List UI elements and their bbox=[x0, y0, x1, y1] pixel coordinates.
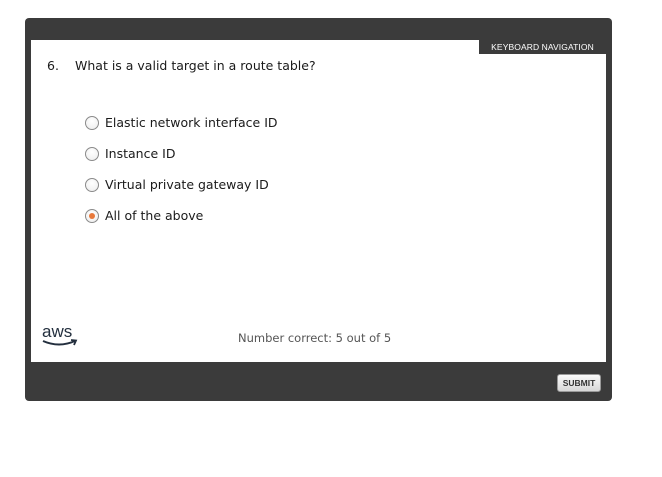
quiz-player: KEYBOARD NAVIGATION 6. What is a valid ta… bbox=[25, 18, 612, 401]
radio-button[interactable] bbox=[85, 146, 99, 161]
quiz-slide: KEYBOARD NAVIGATION 6. What is a valid ta… bbox=[31, 40, 606, 362]
aws-logo-text: aws bbox=[42, 322, 72, 341]
radio-button[interactable] bbox=[85, 177, 99, 192]
answer-option[interactable]: Instance ID bbox=[85, 138, 278, 169]
question-text: What is a valid target in a route table? bbox=[75, 58, 316, 73]
answer-option-label: Virtual private gateway ID bbox=[105, 177, 269, 192]
radio-button[interactable] bbox=[85, 208, 99, 223]
answer-options: Elastic network interface ID Instance ID… bbox=[85, 107, 278, 231]
question: 6. What is a valid target in a route tabl… bbox=[47, 58, 316, 73]
keyboard-navigation-button[interactable]: KEYBOARD NAVIGATION bbox=[479, 40, 606, 54]
answer-option[interactable]: Elastic network interface ID bbox=[85, 107, 278, 138]
aws-logo: aws bbox=[41, 321, 81, 349]
radio-button[interactable] bbox=[85, 115, 99, 130]
answer-option-label: Elastic network interface ID bbox=[105, 115, 278, 130]
answer-option[interactable]: Virtual private gateway ID bbox=[85, 169, 278, 200]
question-number: 6. bbox=[47, 58, 59, 73]
answer-option-label: Instance ID bbox=[105, 146, 176, 161]
submit-button[interactable]: SUBMIT bbox=[557, 374, 601, 392]
answer-option[interactable]: All of the above bbox=[85, 200, 278, 231]
score-text: Number correct: 5 out of 5 bbox=[238, 331, 392, 345]
answer-option-label: All of the above bbox=[105, 208, 204, 223]
